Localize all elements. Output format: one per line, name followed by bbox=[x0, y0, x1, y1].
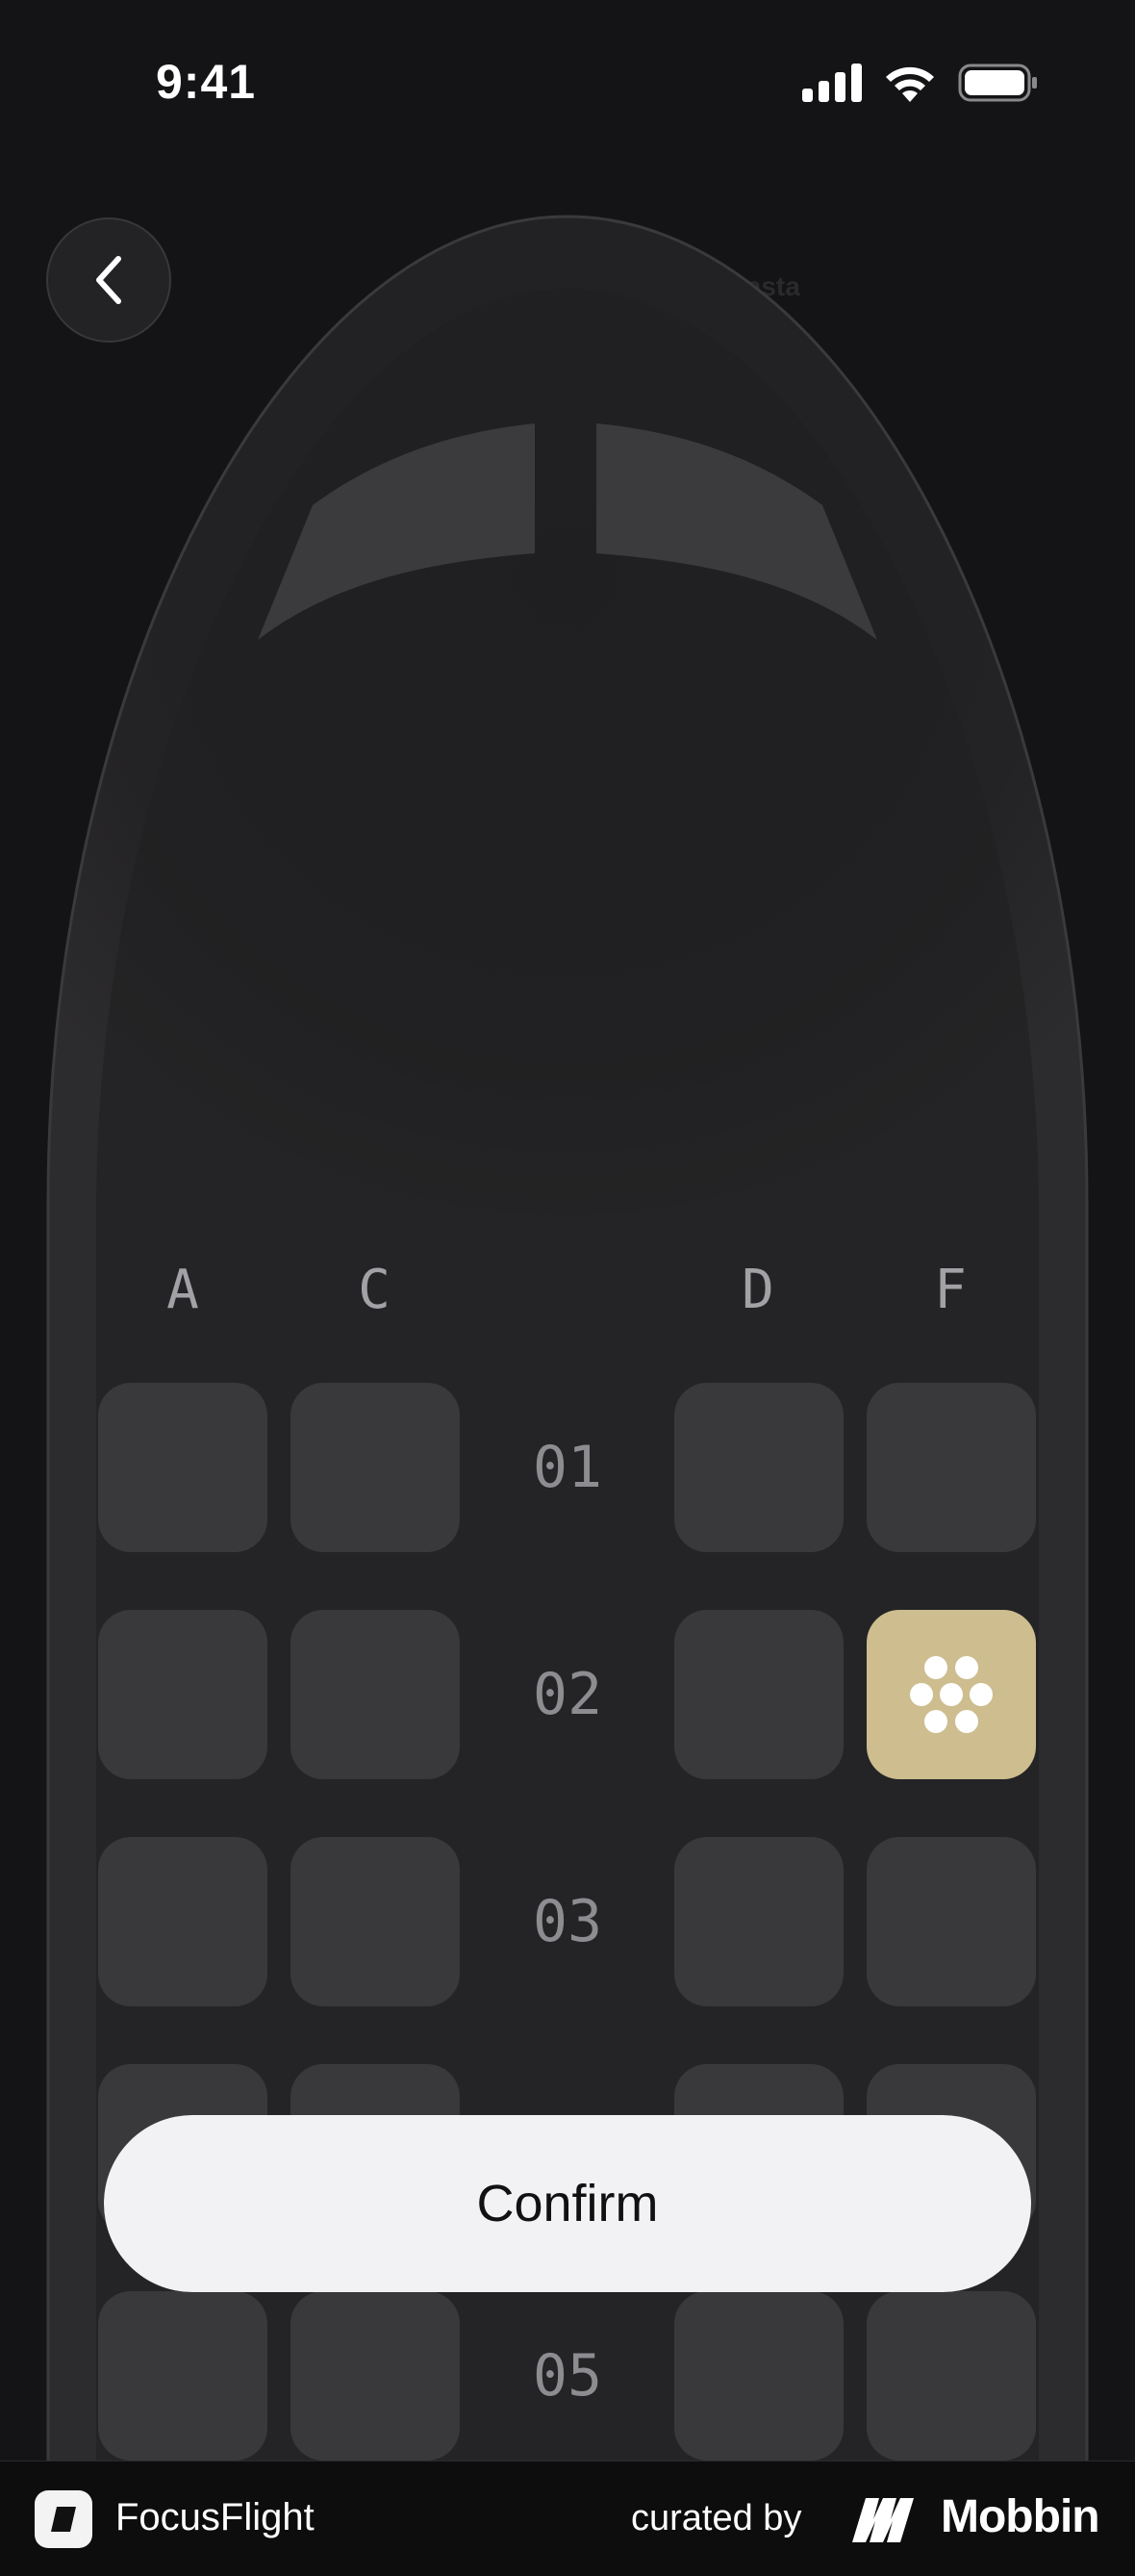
seat-column-label: C bbox=[358, 1259, 391, 1321]
seat-01d[interactable] bbox=[674, 1383, 844, 1552]
seat-05a[interactable] bbox=[98, 2291, 267, 2461]
mobbin-logo-icon bbox=[852, 2498, 914, 2542]
seat-02a[interactable] bbox=[98, 1610, 267, 1779]
seat-03c[interactable] bbox=[290, 1837, 460, 2006]
seat-05c[interactable] bbox=[290, 2291, 460, 2461]
selected-seat-flower-icon bbox=[910, 1656, 993, 1733]
wifi-icon bbox=[886, 66, 934, 102]
seat-column-label: D bbox=[742, 1259, 774, 1321]
seat-01a[interactable] bbox=[98, 1383, 267, 1552]
seat-02f-selected[interactable] bbox=[867, 1610, 1036, 1779]
back-button[interactable] bbox=[46, 217, 171, 343]
seat-selection-screen: Shasta 9:41 bbox=[0, 0, 1135, 2461]
row-number: 05 bbox=[532, 2342, 603, 2410]
seat-05f[interactable] bbox=[867, 2291, 1036, 2461]
confirm-button[interactable]: Confirm bbox=[104, 2115, 1031, 2292]
seat-03d[interactable] bbox=[674, 1837, 844, 2006]
seat-03a[interactable] bbox=[98, 1837, 267, 2006]
chevron-left-icon bbox=[96, 256, 121, 304]
status-time: 9:41 bbox=[156, 55, 257, 109]
app-name: FocusFlight bbox=[115, 2496, 315, 2538]
seat-02d[interactable] bbox=[674, 1610, 844, 1779]
cellular-signal-icon bbox=[802, 64, 862, 102]
seat-05d[interactable] bbox=[674, 2291, 844, 2461]
seat-03f[interactable] bbox=[867, 1837, 1036, 2006]
curated-by-label: curated by bbox=[631, 2498, 802, 2538]
seat-02c[interactable] bbox=[290, 1610, 460, 1779]
seat-01c[interactable] bbox=[290, 1383, 460, 1552]
seat-column-label: F bbox=[934, 1259, 967, 1321]
mobbin-brand-name: Mobbin bbox=[941, 2491, 1100, 2542]
attribution-footer: FocusFlight curated by Mobbin bbox=[0, 2461, 1135, 2576]
seat-01f[interactable] bbox=[867, 1383, 1036, 1552]
status-bar: 9:41 bbox=[0, 0, 1135, 164]
app-logo-icon bbox=[35, 2490, 92, 2548]
row-number: 03 bbox=[532, 1888, 603, 1955]
row-number: 01 bbox=[532, 1434, 603, 1501]
row-number: 02 bbox=[532, 1661, 603, 1728]
battery-icon bbox=[958, 64, 1037, 102]
seat-column-label: A bbox=[166, 1259, 199, 1321]
